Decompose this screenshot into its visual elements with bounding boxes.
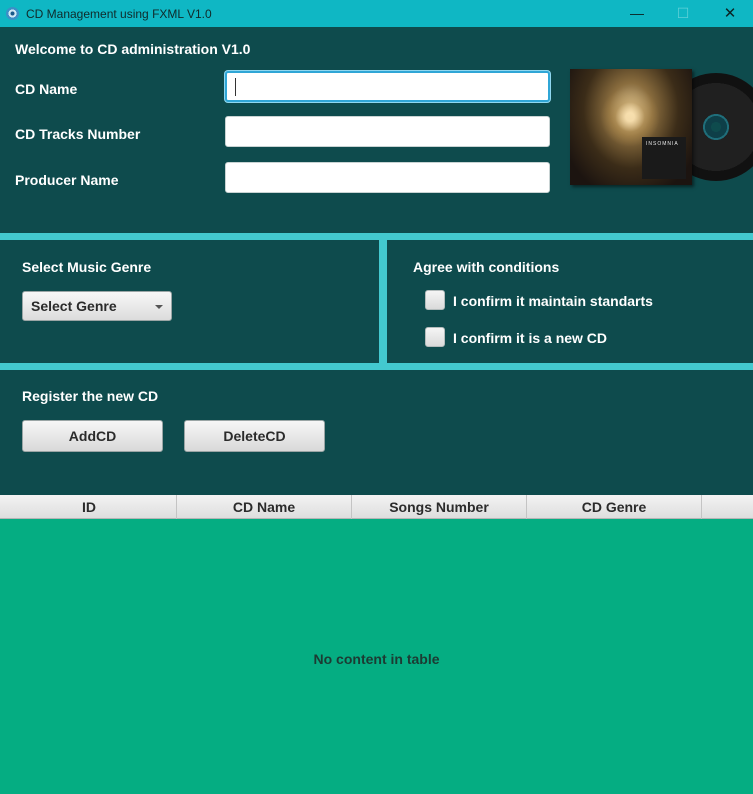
horizontal-divider-top <box>0 233 753 240</box>
tracks-number-label: CD Tracks Number <box>15 126 141 142</box>
column-header-cd-name[interactable]: CD Name <box>177 495 352 519</box>
cd-name-field[interactable] <box>225 71 550 102</box>
new-cd-checkbox[interactable] <box>425 327 445 347</box>
table-header: ID CD Name Songs Number CD Genre <box>0 495 753 519</box>
vertical-divider <box>379 240 387 363</box>
album-sleeve: INSOMNIA <box>570 69 692 185</box>
cd-cover-image: INSOMNIA <box>570 69 753 185</box>
text-caret <box>235 78 236 96</box>
column-header-filler <box>702 495 753 519</box>
window-titlebar: CD Management using FXML V1.0 — ☐ ✕ <box>0 0 753 27</box>
tracks-number-field[interactable] <box>225 116 550 147</box>
new-cd-label[interactable]: I confirm it is a new CD <box>453 330 607 346</box>
window-title: CD Management using FXML V1.0 <box>26 7 212 21</box>
welcome-heading: Welcome to CD administration V1.0 <box>15 41 251 57</box>
tracks-number-input[interactable] <box>226 117 549 146</box>
cd-name-input[interactable] <box>227 73 548 100</box>
minimize-button[interactable]: — <box>614 0 660 27</box>
maintain-standards-label[interactable]: I confirm it maintain standarts <box>453 293 653 309</box>
column-header-id[interactable]: ID <box>2 495 177 519</box>
table-placeholder: No content in table <box>313 651 440 667</box>
close-button[interactable]: ✕ <box>707 0 753 27</box>
maximize-button[interactable]: ☐ <box>660 0 706 27</box>
register-section-label: Register the new CD <box>22 388 159 404</box>
delete-cd-button[interactable]: DeleteCD <box>184 420 325 452</box>
add-cd-button[interactable]: AddCD <box>22 420 163 452</box>
album-title-tag: INSOMNIA <box>642 137 686 179</box>
cd-name-label: CD Name <box>15 81 78 97</box>
genre-combo-box[interactable]: Select Genre <box>22 291 172 321</box>
producer-name-label: Producer Name <box>15 172 119 188</box>
cd-table[interactable]: ID CD Name Songs Number CD Genre No cont… <box>0 495 753 794</box>
column-header-songs-number[interactable]: Songs Number <box>352 495 527 519</box>
conditions-section-label: Agree with conditions <box>413 259 560 275</box>
chevron-down-icon <box>155 305 163 309</box>
maintain-standards-checkbox[interactable] <box>425 290 445 310</box>
horizontal-divider-middle <box>0 363 753 370</box>
producer-name-input[interactable] <box>226 163 549 192</box>
column-header-cd-genre[interactable]: CD Genre <box>527 495 702 519</box>
producer-name-field[interactable] <box>225 162 550 193</box>
album-title-text: INSOMNIA <box>646 141 679 147</box>
genre-section-label: Select Music Genre <box>22 259 152 275</box>
cd-app-icon <box>6 7 19 20</box>
genre-combo-value: Select Genre <box>31 298 117 314</box>
